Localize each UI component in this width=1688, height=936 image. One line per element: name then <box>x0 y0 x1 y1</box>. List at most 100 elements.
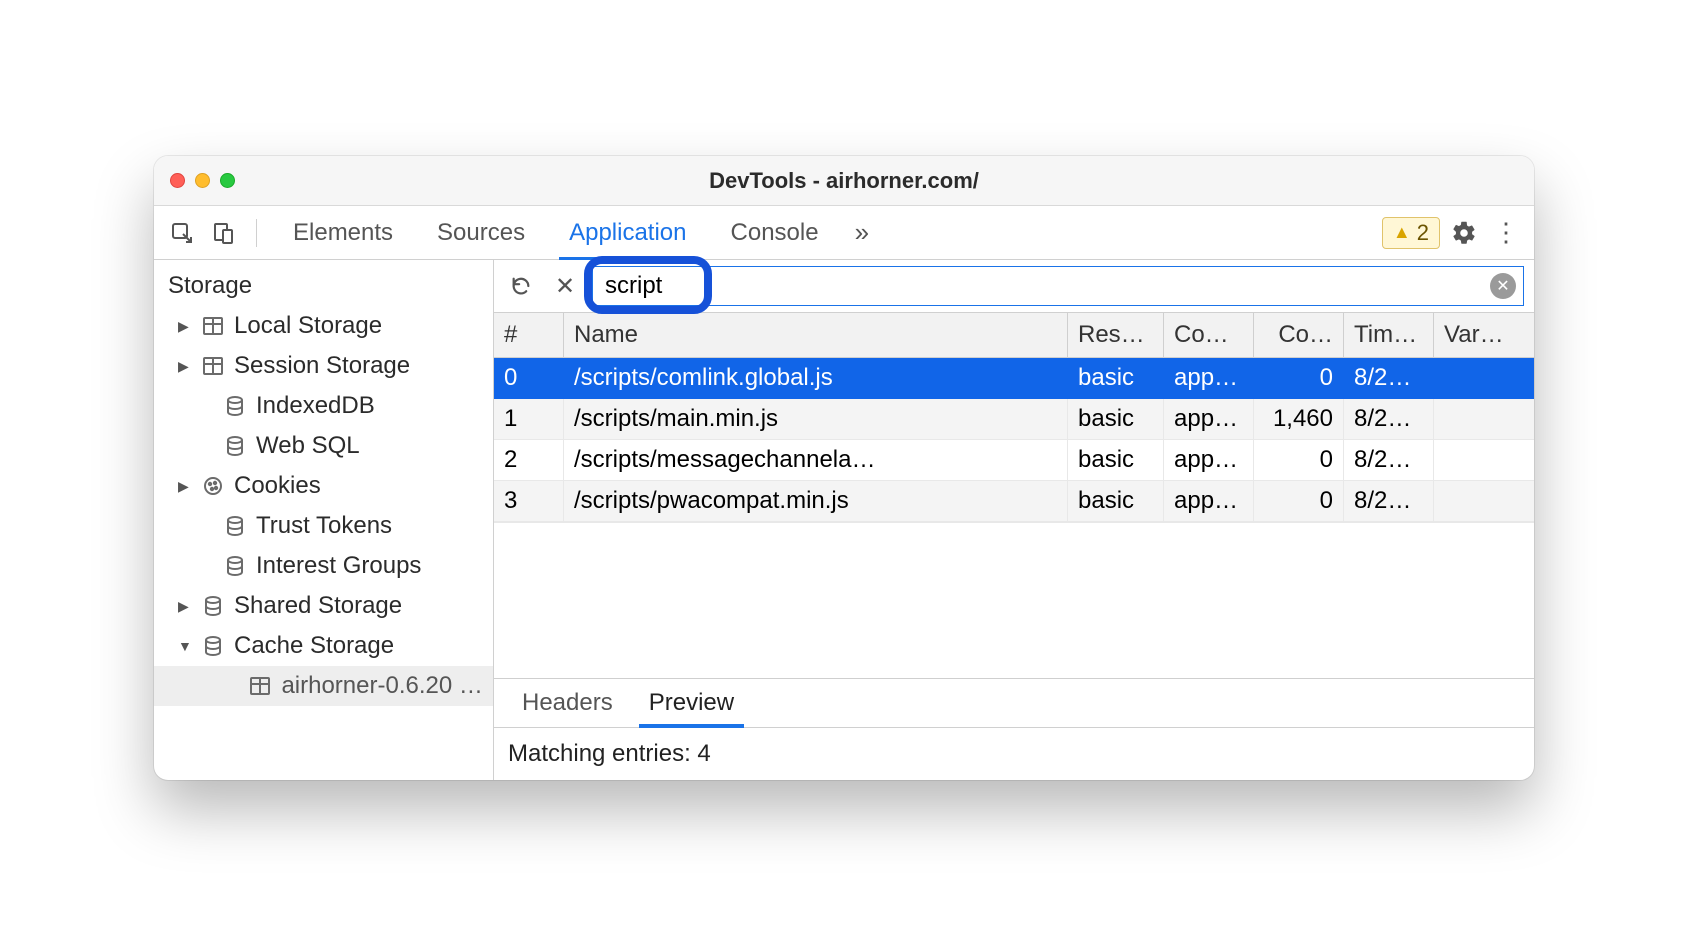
sidebar-item-label: IndexedDB <box>256 392 375 420</box>
refresh-button[interactable] <box>504 269 538 303</box>
cell-index: 0 <box>494 358 564 399</box>
sidebar-item-label: Trust Tokens <box>256 512 392 540</box>
cell-content-length: 0 <box>1254 440 1344 481</box>
filter-input[interactable] <box>592 266 1524 306</box>
warning-icon: ▲ <box>1393 222 1411 243</box>
col-time[interactable]: Tim… <box>1344 313 1434 358</box>
cell-vary <box>1434 481 1534 522</box>
cell-time: 8/2… <box>1344 440 1434 481</box>
db-icon <box>202 635 224 657</box>
toolbar-separator <box>256 219 257 247</box>
inspect-element-icon[interactable] <box>164 215 200 251</box>
sidebar: Storage ▶ Local Storage ▶ Session Storage In… <box>154 260 494 780</box>
warning-count: 2 <box>1417 220 1429 246</box>
disclosure-triangle-icon[interactable]: ▼ <box>178 638 192 654</box>
tab-elements[interactable]: Elements <box>271 206 415 259</box>
main-toolbar: Elements Sources Application Console » ▲… <box>154 206 1534 260</box>
table-row[interactable]: 2/scripts/messagechannela…basicapp…08/2… <box>494 440 1534 481</box>
sidebar-item-session-storage[interactable]: ▶ Session Storage <box>154 346 493 386</box>
table-header-row: # Name Res… Co… Co… Tim… Var… <box>494 313 1534 358</box>
disclosure-triangle-icon[interactable]: ▶ <box>178 358 192 375</box>
clear-button[interactable]: ✕ <box>548 269 582 303</box>
minimize-window-button[interactable] <box>195 173 210 188</box>
cookie-icon <box>202 475 224 497</box>
cell-response: basic <box>1068 440 1164 481</box>
more-tabs-button[interactable]: » <box>841 206 883 259</box>
sidebar-item-web-sql[interactable]: Web SQL <box>154 426 493 466</box>
zoom-window-button[interactable] <box>220 173 235 188</box>
col-response[interactable]: Res… <box>1068 313 1164 358</box>
disclosure-triangle-icon[interactable]: ▶ <box>178 478 192 495</box>
col-content-length[interactable]: Co… <box>1254 313 1344 358</box>
col-vary[interactable]: Var… <box>1434 313 1534 358</box>
sidebar-item-label: Session Storage <box>234 352 410 380</box>
window-title: DevTools - airhorner.com/ <box>154 168 1534 194</box>
db-icon <box>224 515 246 537</box>
cell-content-length: 0 <box>1254 358 1344 399</box>
db-icon <box>224 435 246 457</box>
cell-response: basic <box>1068 399 1164 440</box>
cell-vary <box>1434 358 1534 399</box>
sidebar-item-indexeddb[interactable]: IndexedDB <box>154 386 493 426</box>
cell-name: /scripts/main.min.js <box>564 399 1068 440</box>
sidebar-item-shared-storage[interactable]: ▶Shared Storage <box>154 586 493 626</box>
col-index[interactable]: # <box>494 313 564 358</box>
db-icon <box>224 395 246 417</box>
tab-console[interactable]: Console <box>709 206 841 259</box>
detail-tab-preview[interactable]: Preview <box>631 679 752 727</box>
cache-table: # Name Res… Co… Co… Tim… Var… 0/scripts/… <box>494 313 1534 678</box>
sidebar-item-label: Interest Groups <box>256 552 421 580</box>
cell-vary <box>1434 440 1534 481</box>
sidebar-item-interest-groups[interactable]: Interest Groups <box>154 546 493 586</box>
detail-pane: Headers Preview Matching entries: 4 <box>494 678 1534 780</box>
table-row[interactable]: 3/scripts/pwacompat.min.jsbasicapp…08/2… <box>494 481 1534 522</box>
sidebar-item-cache-storage[interactable]: ▼ Cache Storage <box>154 626 493 666</box>
col-name[interactable]: Name <box>564 313 1068 358</box>
cell-content-type: app… <box>1164 399 1254 440</box>
detail-tabs: Headers Preview <box>494 679 1534 728</box>
device-toolbar-icon[interactable] <box>206 215 242 251</box>
cell-name: /scripts/pwacompat.min.js <box>564 481 1068 522</box>
sidebar-item-label: Local Storage <box>234 312 382 340</box>
sidebar-item-label: Cache Storage <box>234 632 394 660</box>
devtools-window: DevTools - airhorner.com/ Elements Sourc… <box>154 156 1534 780</box>
sidebar-item-airhorner-0-6-20-ht[interactable]: airhorner-0.6.20 - ht <box>154 666 493 706</box>
cell-response: basic <box>1068 358 1164 399</box>
detail-tab-headers[interactable]: Headers <box>504 679 631 727</box>
settings-gear-icon[interactable] <box>1446 215 1482 251</box>
tab-application[interactable]: Application <box>547 206 708 259</box>
grid-icon <box>202 355 224 377</box>
cell-content-length: 1,460 <box>1254 399 1344 440</box>
sidebar-item-label: Web SQL <box>256 432 360 460</box>
cell-content-type: app… <box>1164 440 1254 481</box>
titlebar: DevTools - airhorner.com/ <box>154 156 1534 206</box>
panel-tabs: Elements Sources Application Console » <box>271 206 883 259</box>
tab-sources[interactable]: Sources <box>415 206 547 259</box>
cell-name: /scripts/comlink.global.js <box>564 358 1068 399</box>
warnings-badge[interactable]: ▲ 2 <box>1382 217 1440 249</box>
close-window-button[interactable] <box>170 173 185 188</box>
cell-index: 1 <box>494 399 564 440</box>
grid-icon <box>249 675 271 697</box>
sidebar-item-local-storage[interactable]: ▶ Local Storage <box>154 306 493 346</box>
sidebar-heading-storage: Storage <box>154 266 493 306</box>
filter-field-wrap: ✕ <box>592 266 1524 306</box>
col-content-type[interactable]: Co… <box>1164 313 1254 358</box>
cell-time: 8/2… <box>1344 358 1434 399</box>
filter-clear-icon[interactable]: ✕ <box>1490 273 1516 299</box>
disclosure-triangle-icon[interactable]: ▶ <box>178 598 192 615</box>
main-panel: ✕ ✕ # Name Res… Co… Co… Tim… Var… 0/scr <box>494 260 1534 780</box>
cell-time: 8/2… <box>1344 399 1434 440</box>
cell-content-length: 0 <box>1254 481 1344 522</box>
cell-content-type: app… <box>1164 358 1254 399</box>
sidebar-item-cookies[interactable]: ▶ Cookies <box>154 466 493 506</box>
table-row[interactable]: 0/scripts/comlink.global.jsbasicapp…08/2… <box>494 358 1534 399</box>
sidebar-item-label: Cookies <box>234 472 321 500</box>
window-traffic-lights <box>170 173 235 188</box>
disclosure-triangle-icon[interactable]: ▶ <box>178 318 192 335</box>
kebab-menu-icon[interactable]: ⋮ <box>1488 215 1524 251</box>
table-row[interactable]: 1/scripts/main.min.jsbasicapp…1,4608/2… <box>494 399 1534 440</box>
sidebar-item-label: airhorner-0.6.20 - ht <box>281 672 485 700</box>
grid-icon <box>202 315 224 337</box>
sidebar-item-trust-tokens[interactable]: Trust Tokens <box>154 506 493 546</box>
